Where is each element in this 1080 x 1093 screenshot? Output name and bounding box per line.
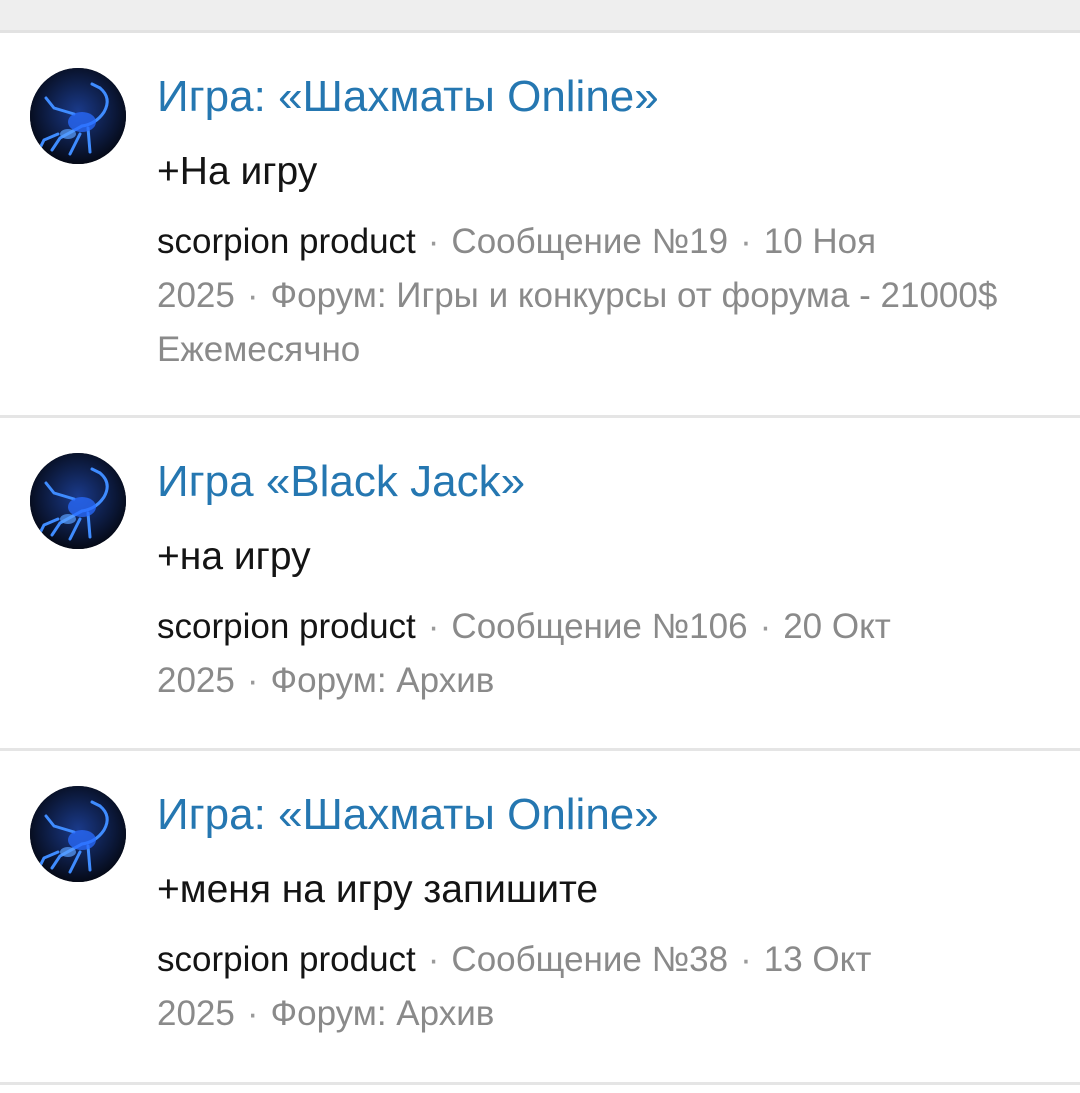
- forum-name[interactable]: Форум: Игры и конкурсы от форума - 21000…: [157, 276, 997, 369]
- search-result: Игра: «Шахматы Online» +меня на игру зап…: [0, 751, 1080, 1085]
- search-results-list: Игра: «Шахматы Online» +На игру scorpion…: [0, 33, 1080, 1085]
- search-result: Игра «Black Jack» +на игру scorpion prod…: [0, 418, 1080, 751]
- author-link[interactable]: scorpion product: [157, 222, 416, 261]
- meta-separator: ·: [246, 276, 259, 315]
- avatar[interactable]: [30, 68, 126, 164]
- result-content: Игра: «Шахматы Online» +меня на игру зап…: [157, 789, 1020, 1041]
- meta-separator: ·: [427, 222, 440, 261]
- author-link[interactable]: scorpion product: [157, 940, 416, 979]
- scorpion-icon: [30, 68, 126, 164]
- result-meta: scorpion product · Сообщение №38 · 13 Окт 20…: [157, 933, 1007, 1041]
- result-title-link[interactable]: Игра: «Шахматы Online»: [157, 71, 1020, 123]
- message-number: Сообщение №19: [451, 222, 729, 261]
- result-snippet: +На игру: [157, 150, 318, 193]
- result-snippet: +на игру: [157, 535, 311, 578]
- message-number: Сообщение №106: [451, 607, 748, 646]
- author-link[interactable]: scorpion product: [157, 607, 416, 646]
- scorpion-icon: [30, 453, 126, 549]
- top-bar: [0, 0, 1080, 33]
- meta-separator: ·: [246, 994, 259, 1033]
- meta-separator: ·: [427, 607, 440, 646]
- result-meta: scorpion product · Сообщение №106 · 20 Окт 2…: [157, 600, 1007, 708]
- scorpion-icon: [30, 786, 126, 882]
- search-result: Игра: «Шахматы Online» +На игру scorpion…: [0, 33, 1080, 418]
- avatar[interactable]: [30, 453, 126, 549]
- message-number: Сообщение №38: [451, 940, 729, 979]
- result-snippet: +меня на игру запишите: [157, 868, 599, 911]
- forum-name[interactable]: Форум: Архив: [271, 994, 495, 1033]
- meta-separator: ·: [246, 661, 259, 700]
- meta-separator: ·: [740, 222, 752, 261]
- meta-separator: ·: [759, 607, 772, 646]
- avatar[interactable]: [30, 786, 126, 882]
- result-title-link[interactable]: Игра «Black Jack»: [157, 456, 1020, 508]
- result-meta: scorpion product · Сообщение №19 · 10 Ноя 20…: [157, 215, 1007, 377]
- meta-separator: ·: [740, 940, 752, 979]
- result-content: Игра: «Шахматы Online» +На игру scorpion…: [157, 71, 1020, 377]
- result-content: Игра «Black Jack» +на игру scorpion prod…: [157, 456, 1020, 708]
- meta-separator: ·: [427, 940, 440, 979]
- forum-name[interactable]: Форум: Архив: [271, 661, 495, 700]
- result-title-link[interactable]: Игра: «Шахматы Online»: [157, 789, 1020, 841]
